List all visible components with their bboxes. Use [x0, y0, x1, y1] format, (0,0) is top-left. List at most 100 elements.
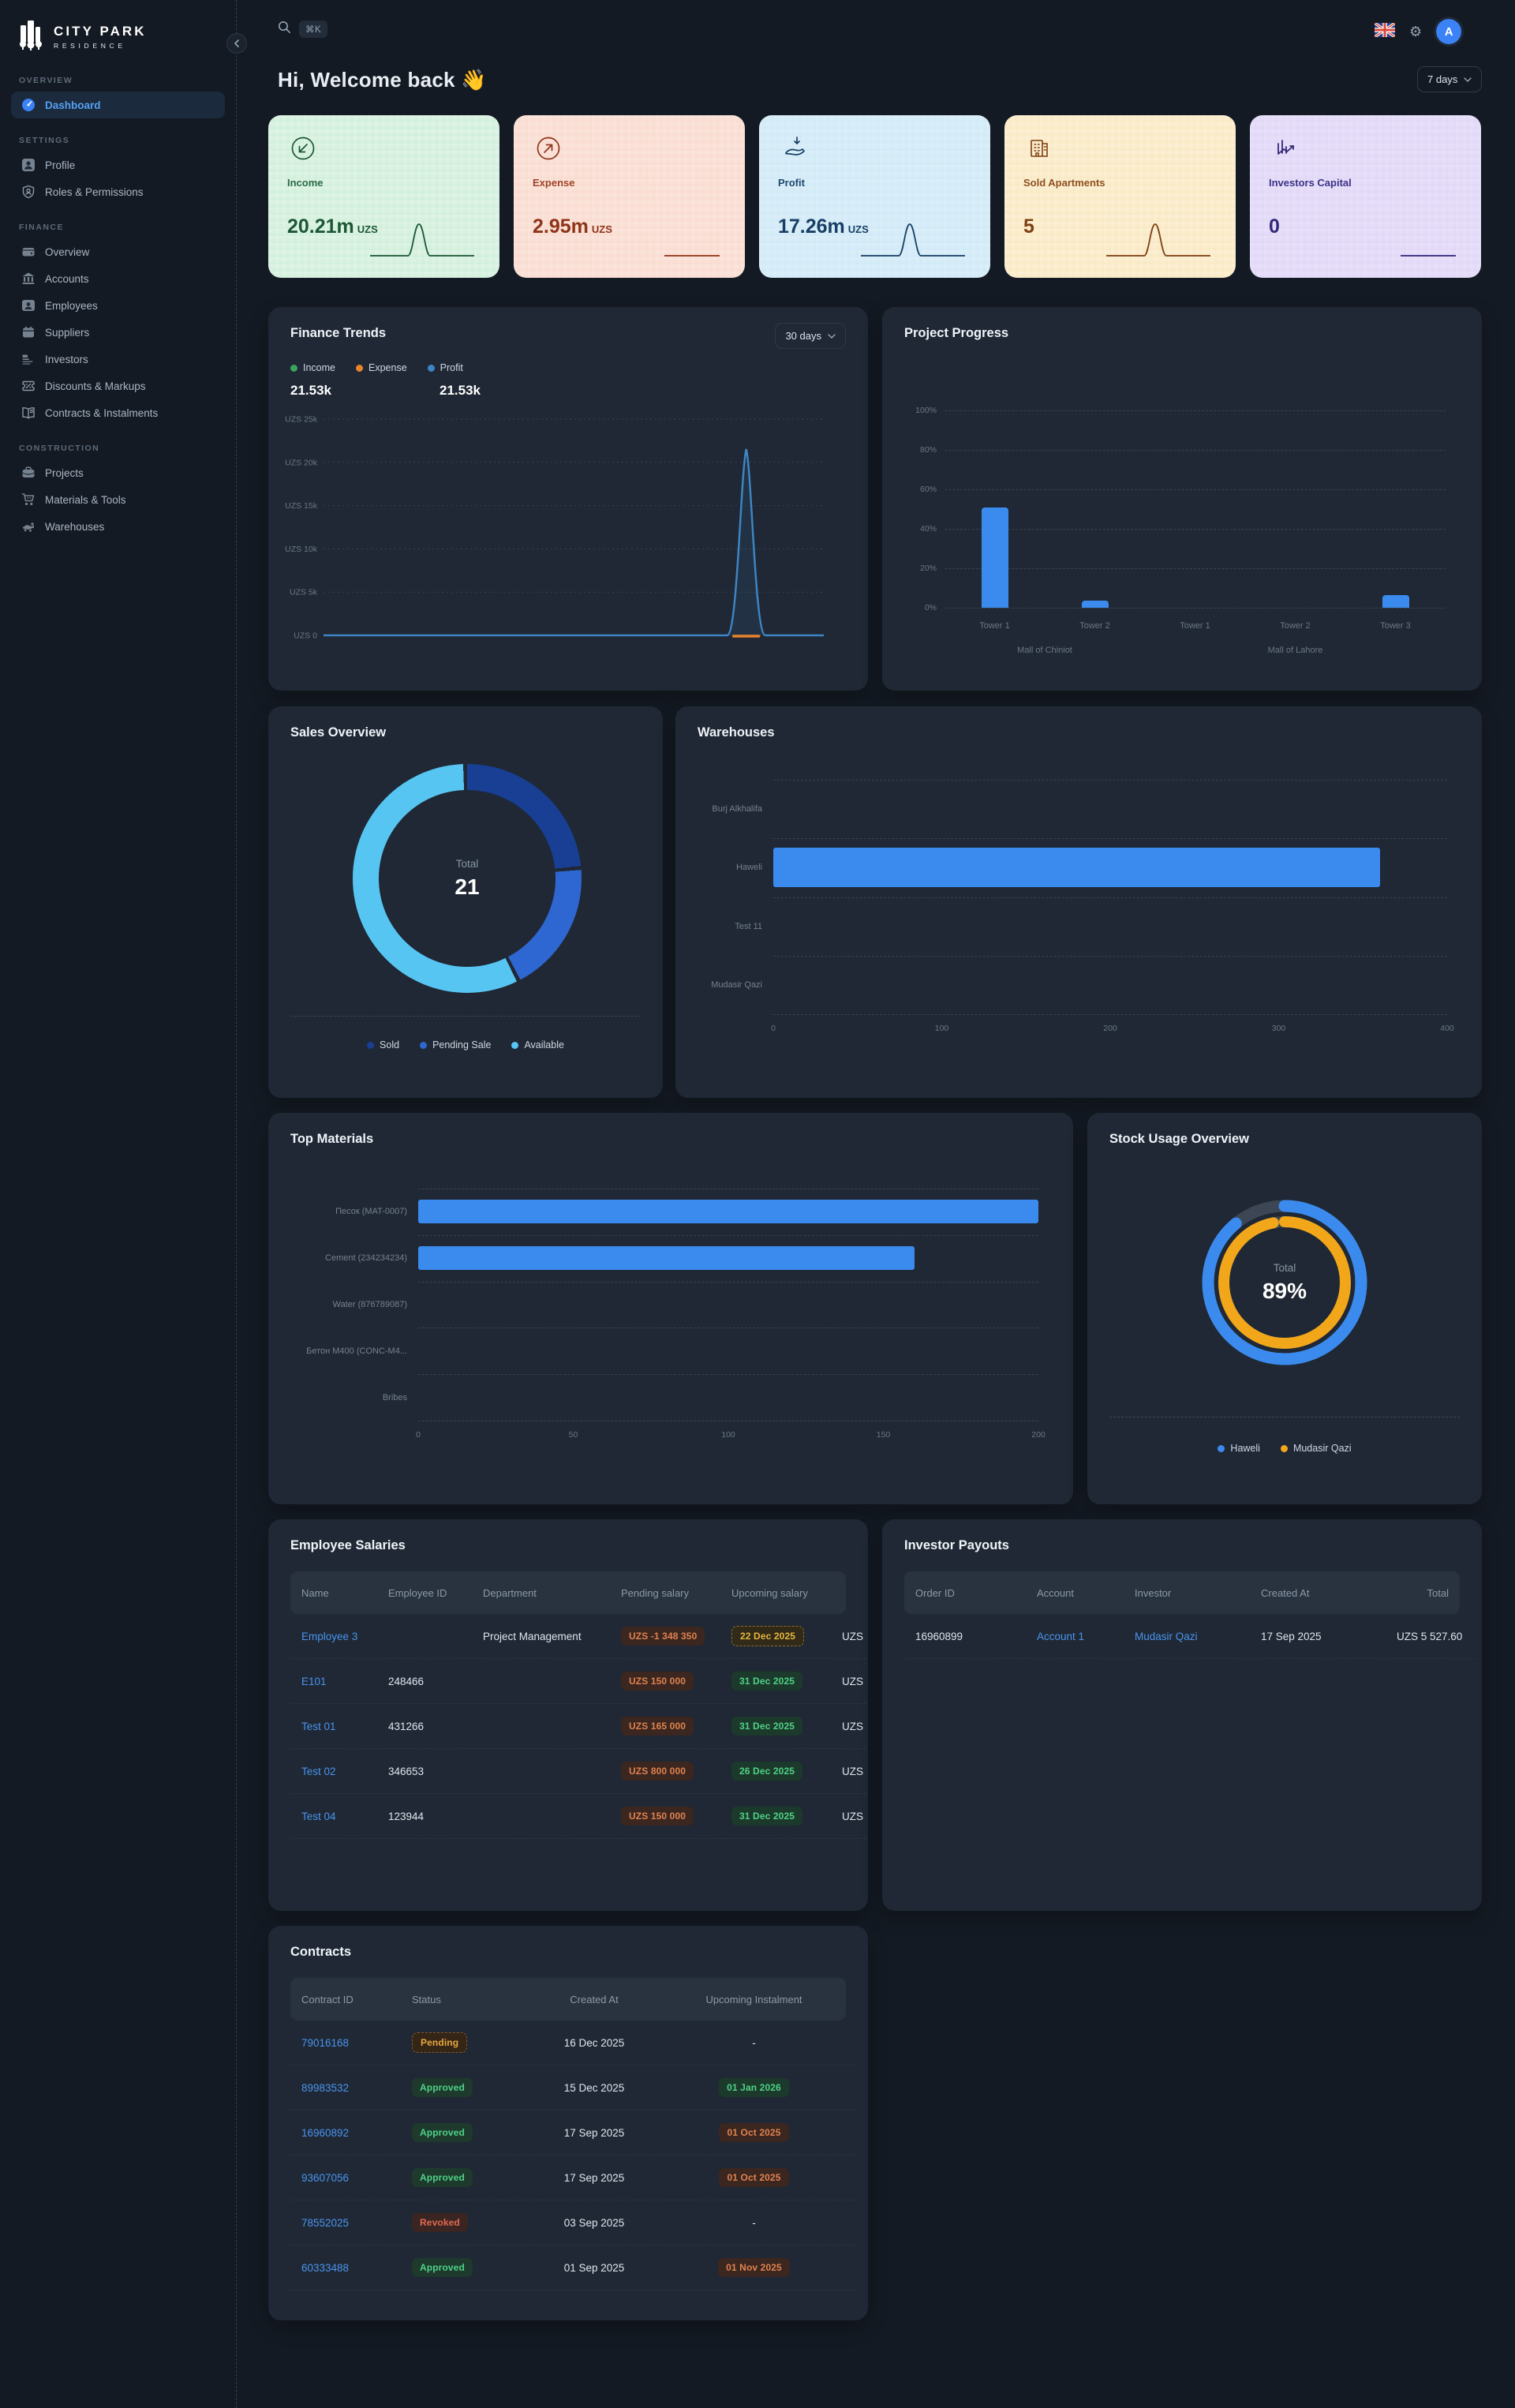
table-link[interactable]: E101: [301, 1676, 327, 1687]
cell-contract-id: 79016168: [290, 2037, 401, 2049]
hand-receive-icon: [778, 133, 810, 164]
bank-icon: [21, 272, 36, 286]
table-link[interactable]: 60333488: [301, 2262, 349, 2274]
sidebar-section-label: OVERVIEW: [19, 76, 217, 85]
table-header: Contract IDStatusCreated AtUpcoming Inst…: [290, 1978, 846, 2020]
sidebar-item-label: Contracts & Instalments: [45, 407, 158, 419]
legend-label: Mudasir Qazi: [1293, 1443, 1352, 1454]
legend-item-pending-sale: Pending Sale: [420, 1039, 491, 1050]
x-tick-label: 100: [709, 1430, 748, 1440]
table-row: Test 04123944UZS 150 00031 Dec 2025UZS: [290, 1794, 868, 1839]
cell-upcoming-salary: 22 Dec 2025: [720, 1626, 831, 1646]
sidebar-item-warehouses[interactable]: Warehouses: [11, 513, 225, 540]
table-link[interactable]: Test 02: [301, 1766, 336, 1777]
sidebar-item-projects[interactable]: Projects: [11, 459, 225, 486]
bar-tower-3[interactable]: [1382, 595, 1409, 608]
settings-gear-icon[interactable]: ⚙: [1409, 24, 1422, 40]
stat-label: Income: [287, 177, 481, 189]
column-header-pending-salary: Pending salary: [610, 1587, 720, 1599]
stat-card-sold-apartments[interactable]: Sold Apartments5: [1004, 115, 1236, 278]
sidebar-item-suppliers[interactable]: Suppliers: [11, 319, 225, 346]
column-header-account: Account: [1026, 1587, 1124, 1599]
shield-person-icon: [21, 185, 36, 200]
bar-tower-2[interactable]: [1082, 601, 1109, 608]
sidebar-item-discounts-markups[interactable]: Discounts & Markups: [11, 373, 225, 399]
column-header-contract-id: Contract ID: [290, 1994, 401, 2005]
stat-card-expense[interactable]: Expense2.95mUZS: [514, 115, 745, 278]
cell-upcoming-instalment: -: [669, 2037, 839, 2049]
y-tick-label: 80%: [920, 445, 937, 455]
global-search[interactable]: ⌘K: [278, 21, 327, 38]
table-link[interactable]: Test 04: [301, 1811, 336, 1822]
sidebar-item-dashboard[interactable]: Dashboard: [11, 92, 225, 118]
table-link[interactable]: 89983532: [301, 2082, 349, 2094]
city-buildings-icon: [16, 19, 46, 54]
bar-tower-1[interactable]: [982, 507, 1008, 609]
row-label-haweli: Haweli: [675, 863, 762, 872]
stat-card-profit[interactable]: Profit17.26mUZS: [759, 115, 990, 278]
sidebar-nav: OVERVIEW Dashboard SETTINGS ProfileRoles & …: [11, 76, 225, 540]
cell-pending-salary: UZS 165 000: [610, 1717, 720, 1736]
cell-status: Pending: [401, 2032, 519, 2053]
stat-sparkline: [855, 216, 973, 262]
stat-label: Sold Apartments: [1023, 177, 1217, 189]
table-link[interactable]: 16960892: [301, 2127, 349, 2139]
sidebar-item-materials-tools[interactable]: Materials & Tools: [11, 486, 225, 513]
sidebar-item-label: Projects: [45, 467, 84, 479]
table-link[interactable]: Account 1: [1037, 1631, 1084, 1642]
column-header-name: Name: [290, 1587, 377, 1599]
badge-uzs-150-000: UZS 150 000: [621, 1672, 694, 1691]
badge-31-dec-2025: 31 Dec 2025: [731, 1717, 802, 1736]
legend-label: Available: [524, 1039, 564, 1050]
cell-contract-id: 16960892: [290, 2127, 401, 2139]
finance-legend: IncomeExpenseProfit: [290, 362, 463, 373]
table-link[interactable]: 79016168: [301, 2037, 349, 2049]
legend-dot: [428, 365, 435, 372]
bar-cement-234234234[interactable]: [418, 1246, 915, 1270]
table-link[interactable]: Test 01: [301, 1721, 336, 1732]
top-materials-card: Top Materials Песок (MAT-0007)Cement (23…: [268, 1113, 1073, 1504]
cell-upcoming-salary: 31 Dec 2025: [720, 1807, 831, 1826]
gridline: [773, 838, 1447, 839]
briefcase-icon: [21, 466, 36, 481]
cell-extra: UZS: [831, 1811, 868, 1822]
table-link[interactable]: Mudasir Qazi: [1135, 1631, 1198, 1642]
stat-value: 17.26m: [778, 215, 845, 238]
sidebar-item-accounts[interactable]: Accounts: [11, 265, 225, 292]
cell-pending-salary: UZS 800 000: [610, 1762, 720, 1781]
sidebar-item-roles-permissions[interactable]: Roles & Permissions: [11, 178, 225, 205]
id-card-icon: [21, 352, 36, 367]
brand-logo[interactable]: CITY PARK RESIDENCE: [11, 14, 225, 58]
x-tick-label: 400: [1427, 1024, 1467, 1033]
sidebar-item-label: Overview: [45, 246, 89, 258]
sidebar-item-contracts-instalments[interactable]: Contracts & Instalments: [11, 399, 225, 426]
bar-mat-0007[interactable]: [418, 1200, 1038, 1223]
investor-payouts-card: Investor Payouts Order IDAccountInvestor…: [882, 1519, 1482, 1911]
sidebar-collapse-button[interactable]: [226, 33, 247, 54]
sidebar-item-employees[interactable]: Employees: [11, 292, 225, 319]
column-header-created-at: Created At: [1250, 1587, 1386, 1599]
arrow-up-right-icon: [533, 133, 564, 164]
sidebar-item-label: Materials & Tools: [45, 494, 126, 506]
language-flag-icon[interactable]: [1375, 23, 1395, 41]
sidebar-item-overview[interactable]: Overview: [11, 238, 225, 265]
building-icon: [1023, 133, 1055, 164]
badge-uzs-1-348-350: UZS -1 348 350: [621, 1627, 705, 1646]
sidebar-section-label: SETTINGS: [19, 136, 217, 145]
table-link[interactable]: 93607056: [301, 2172, 349, 2184]
stat-card-income[interactable]: Income20.21mUZS: [268, 115, 499, 278]
finance-range-dropdown[interactable]: 30 days: [775, 323, 846, 349]
stat-card-investors-capital[interactable]: Investors Capital0: [1250, 115, 1481, 278]
search-shortcut-badge: ⌘K: [299, 21, 327, 38]
sidebar-item-investors[interactable]: Investors: [11, 346, 225, 373]
table-link[interactable]: 78552025: [301, 2217, 349, 2229]
cell-department: Project Management: [472, 1631, 610, 1642]
sidebar-item-profile[interactable]: Profile: [11, 152, 225, 178]
cell-created-at: 16 Dec 2025: [519, 2037, 669, 2049]
bar-haweli[interactable]: [773, 848, 1380, 887]
date-range-dropdown[interactable]: 7 days: [1417, 66, 1482, 92]
user-avatar[interactable]: A: [1436, 19, 1461, 44]
column-header-employee-id: Employee ID: [377, 1587, 472, 1599]
table-link[interactable]: Employee 3: [301, 1631, 357, 1642]
gridline: [945, 608, 1446, 609]
